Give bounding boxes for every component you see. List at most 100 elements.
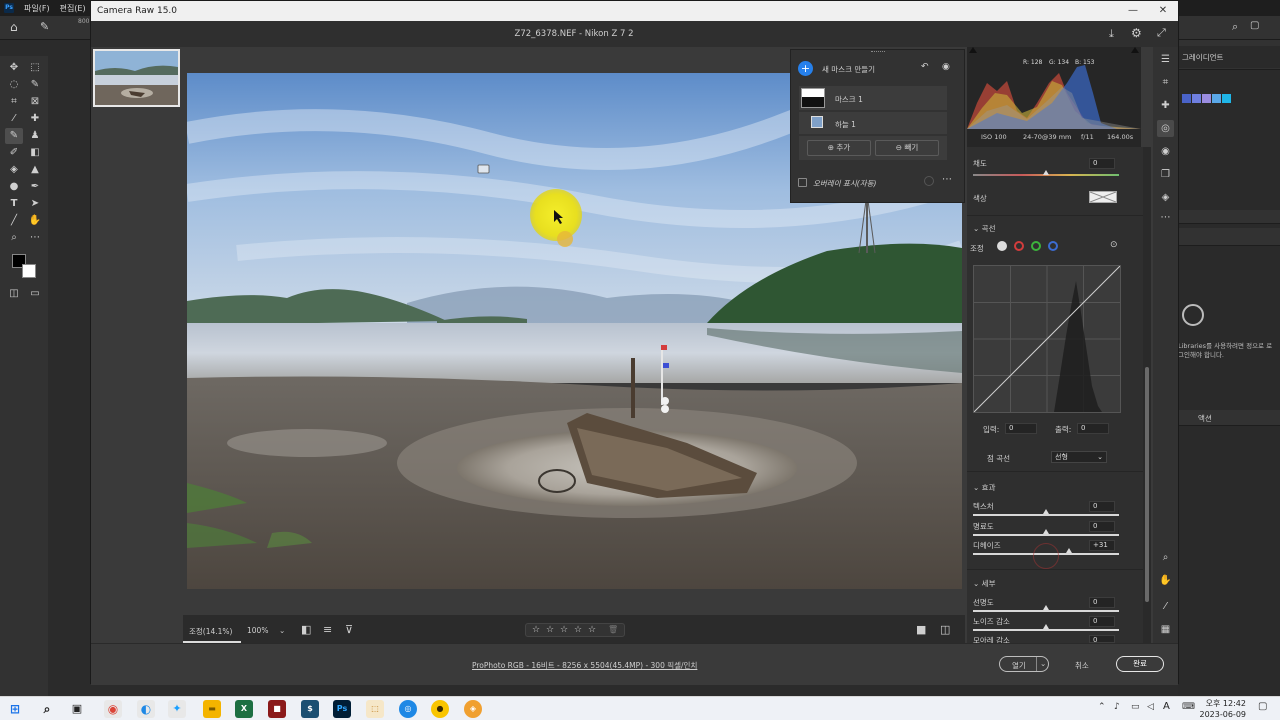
workspace-icon[interactable]: ▢	[1250, 20, 1259, 31]
panel-grip[interactable]	[871, 51, 885, 54]
star-icon[interactable]: ☆	[560, 625, 568, 635]
color-swatch[interactable]	[1089, 191, 1117, 203]
task-view-icon[interactable]: ▣	[68, 700, 86, 718]
dehaze-value[interactable]: +31	[1089, 540, 1115, 551]
curve-output-value[interactable]: 0	[1077, 423, 1109, 434]
overlay-checkbox[interactable]	[798, 178, 807, 187]
eyedropper-icon[interactable]: ⁄	[5, 111, 23, 127]
curve-input-value[interactable]: 0	[1005, 423, 1037, 434]
network-icon[interactable]: ▭	[1131, 702, 1140, 712]
before-after-icon[interactable]: ◫	[940, 623, 950, 636]
path-select-icon[interactable]: ➤	[26, 196, 44, 212]
visibility-eye-icon[interactable]: ◉	[942, 62, 950, 72]
clarity-slider[interactable]	[973, 534, 1119, 536]
keyboard-icon[interactable]: ⌨	[1182, 702, 1195, 712]
swatch[interactable]	[1202, 94, 1211, 103]
saturation-value[interactable]: 0	[1089, 158, 1115, 169]
line-tool-icon[interactable]: ╱	[5, 213, 23, 229]
workflow-options-link[interactable]: ProPhoto RGB - 16비트 - 8256 x 5504(45.4MP…	[472, 660, 697, 671]
eraser-icon[interactable]: ◧	[26, 145, 44, 161]
system-clock[interactable]: 오후 12:42 2023-06-09	[1200, 698, 1247, 720]
presets-icon[interactable]: ❐	[1157, 166, 1174, 183]
brush-tool-icon[interactable]: ✎	[40, 20, 49, 33]
minimize-icon[interactable]: —	[1118, 1, 1148, 21]
single-view-icon[interactable]: ■	[916, 623, 926, 636]
actions-tab[interactable]: 액션	[1198, 413, 1212, 424]
app-icon[interactable]: ⬚	[366, 700, 384, 718]
open-button[interactable]: 열기 ⌄	[999, 656, 1049, 672]
dehaze-knob[interactable]	[1065, 548, 1072, 553]
effects-section-header[interactable]: ⌄ 효과	[973, 482, 995, 493]
sampler-icon[interactable]: ⁄	[1157, 598, 1174, 615]
compare-icon[interactable]: ◧	[301, 623, 311, 636]
app-icon[interactable]: ■	[268, 700, 286, 718]
saturation-knob[interactable]	[1043, 170, 1049, 175]
overlay-color-icon[interactable]	[924, 176, 934, 186]
more-options-icon[interactable]: ⋯	[942, 174, 952, 185]
filter-icon[interactable]: ⊽	[345, 623, 353, 636]
move-tool-icon[interactable]: ✥	[5, 60, 23, 76]
create-mask-icon[interactable]: +	[798, 61, 813, 76]
detail-section-header[interactable]: ⌄ 세부	[973, 578, 995, 589]
sharpening-knob[interactable]	[1043, 605, 1049, 610]
trash-icon[interactable]: 🗑	[608, 625, 618, 634]
mask-pin-icon[interactable]	[477, 164, 490, 174]
dodge-tool-icon[interactable]: ●	[5, 179, 23, 195]
more-tools-icon[interactable]: ⋯	[26, 230, 44, 246]
edge-icon[interactable]: ◐	[137, 700, 155, 718]
highlight-clip-icon[interactable]	[1131, 47, 1139, 53]
zoom-icon[interactable]: ⌕	[1157, 549, 1174, 566]
settings-gear-icon[interactable]: ⚙	[1131, 26, 1142, 40]
star-icon[interactable]: ☆	[532, 625, 540, 635]
gradient-tab[interactable]: 그레이디언트	[1182, 52, 1223, 63]
swatch[interactable]	[1192, 94, 1201, 103]
app-icon[interactable]: ◈	[464, 700, 482, 718]
scrollbar-thumb[interactable]	[1145, 367, 1149, 602]
screen-mode-icon[interactable]: ▭	[26, 286, 44, 302]
texture-value[interactable]: 0	[1089, 501, 1115, 512]
reset-mask-icon[interactable]: ↶	[921, 62, 929, 72]
sharpening-slider[interactable]	[973, 610, 1119, 612]
crop-icon[interactable]: ⌗	[1157, 74, 1174, 91]
home-icon[interactable]: ⌂	[10, 20, 18, 34]
curve-blue-channel-icon[interactable]	[1048, 241, 1058, 251]
curve-rgb-channel-icon[interactable]	[997, 241, 1007, 251]
star-icon[interactable]: ☆	[574, 625, 582, 635]
star-icon[interactable]: ☆	[588, 625, 596, 635]
shadow-clip-icon[interactable]	[969, 47, 977, 53]
ime-indicator[interactable]: A	[1163, 701, 1170, 712]
tray-expand-icon[interactable]: ⌃	[1098, 702, 1106, 712]
star-icon[interactable]: ☆	[546, 625, 554, 635]
add-mask-button[interactable]: ⊕ 추가	[807, 140, 871, 156]
zoom-fit-button[interactable]: 조정(14.1%)	[189, 626, 232, 637]
edit-panel-scrollbar[interactable]	[1143, 147, 1151, 643]
app-icon[interactable]: ◎	[399, 700, 417, 718]
moire-reduction-value[interactable]: 0	[1089, 635, 1115, 644]
menu-edit[interactable]: 편집(E)	[60, 3, 86, 14]
texture-knob[interactable]	[1043, 509, 1049, 514]
subtract-mask-button[interactable]: ⊖ 빼기	[875, 140, 939, 156]
noise-reduction-knob[interactable]	[1043, 624, 1049, 629]
excel-icon[interactable]: X	[235, 700, 253, 718]
point-curve-select[interactable]: 선형 ⌄	[1051, 451, 1107, 463]
menu-file[interactable]: 파일(F)	[24, 3, 50, 14]
volume-icon[interactable]: ◁	[1147, 702, 1154, 712]
clarity-knob[interactable]	[1043, 529, 1049, 534]
noise-reduction-slider[interactable]	[973, 629, 1119, 631]
notification-icon[interactable]: ▢	[1258, 701, 1267, 712]
hand-tool-icon[interactable]: ✋	[26, 213, 44, 229]
curve-red-channel-icon[interactable]	[1014, 241, 1024, 251]
clarity-value[interactable]: 0	[1089, 521, 1115, 532]
marquee-tool-icon[interactable]: ⬚	[26, 60, 44, 76]
brush-tool-icon[interactable]: ✎	[5, 128, 23, 144]
swatch[interactable]	[1182, 94, 1191, 103]
edit-sliders-icon[interactable]: ☰	[1157, 51, 1174, 68]
lasso-tool-icon[interactable]: ◌	[5, 77, 23, 93]
pen-tool-icon[interactable]: ✒	[26, 179, 44, 195]
swatch[interactable]	[1212, 94, 1221, 103]
snapshots-icon[interactable]: ◈	[1157, 189, 1174, 206]
zoom-100-button[interactable]: 100%	[247, 626, 268, 635]
type-tool-icon[interactable]: T	[5, 196, 23, 212]
swatch[interactable]	[1222, 94, 1231, 103]
hand-icon[interactable]: ✋	[1157, 572, 1174, 589]
